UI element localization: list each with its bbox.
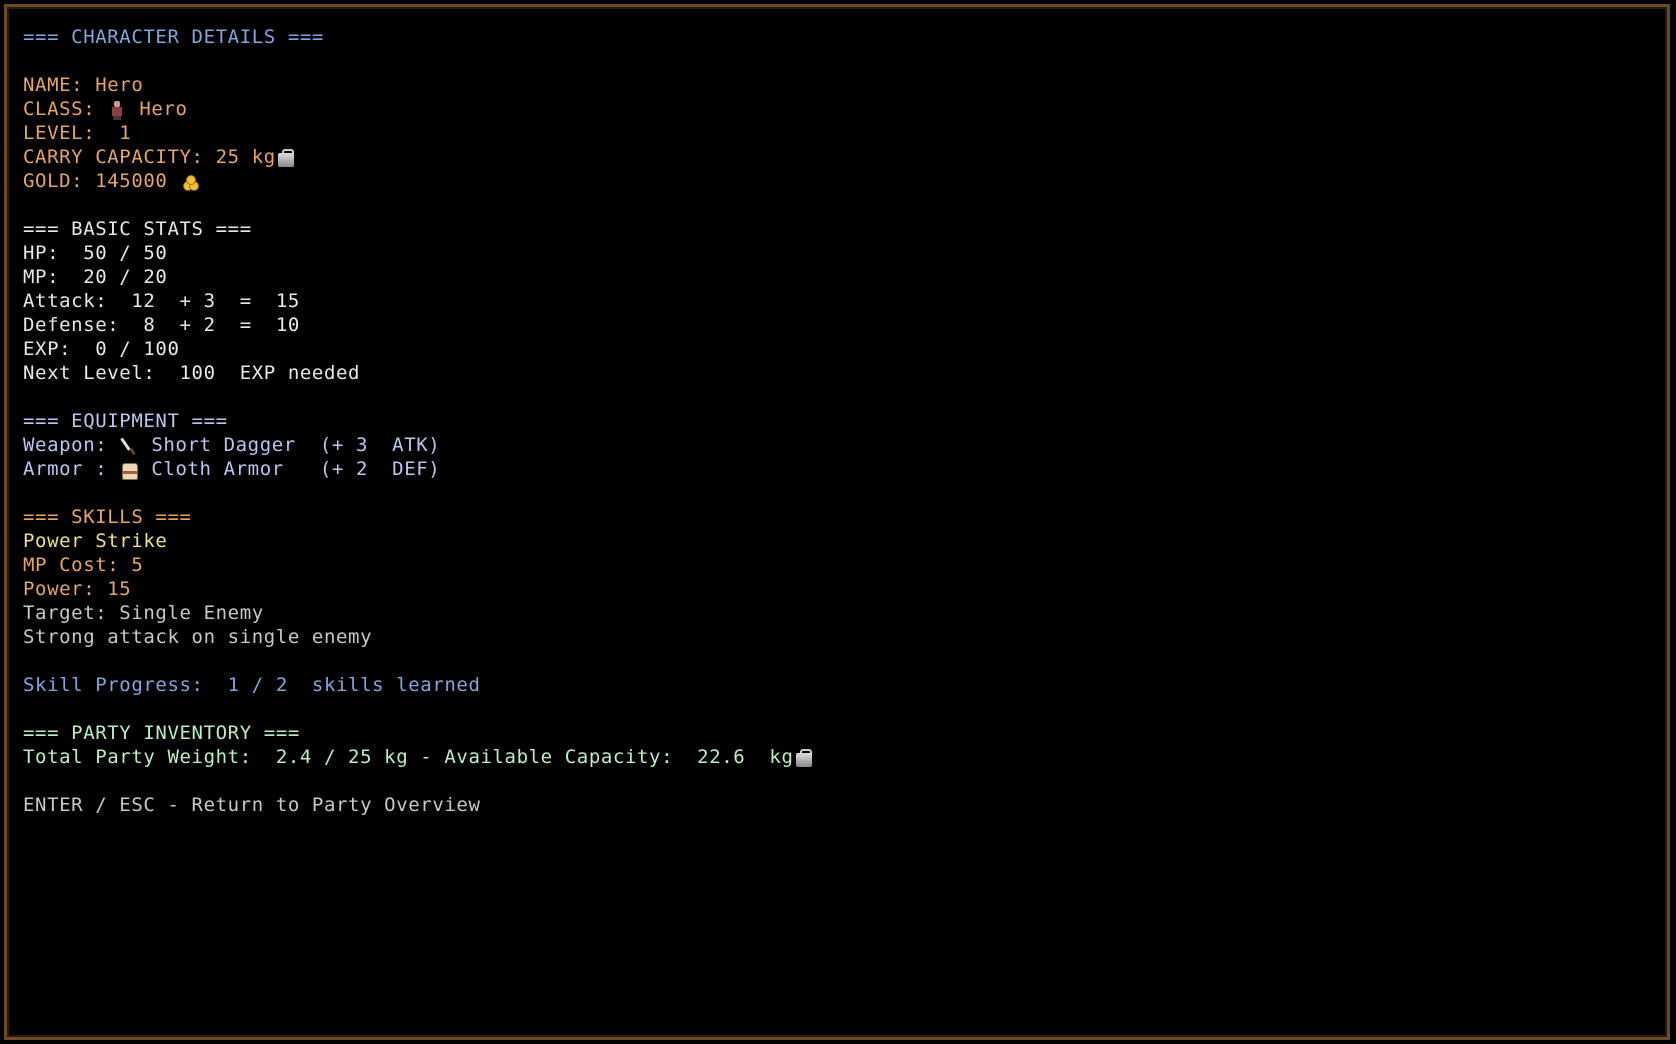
party-weight-line: Total Party Weight: 2.4 / 25 kg - Availa… [23, 745, 814, 769]
skill-name: Power Strike [23, 530, 168, 552]
return-hint[interactable]: ENTER / ESC - Return to Party Overview [23, 793, 814, 817]
attack-stat: Attack: 12 + 3 = 15 [23, 290, 300, 312]
weapon-label: Weapon: [23, 434, 108, 456]
name-line: NAME: Hero [23, 74, 144, 96]
basic-stats-heading: === BASIC STATS === [23, 218, 252, 240]
gold-text: GOLD: 145000 [23, 170, 168, 192]
weight-icon [794, 748, 814, 768]
party-weight-text: Total Party Weight: 2.4 / 25 kg - Availa… [23, 746, 794, 768]
dagger-icon [119, 436, 139, 456]
skills-heading: === SKILLS === [23, 506, 192, 528]
character-details-panel: === CHARACTER DETAILS === NAME: Hero CLA… [23, 25, 814, 817]
equipment-heading: === EQUIPMENT === [23, 410, 228, 432]
page-title: === CHARACTER DETAILS === [23, 26, 324, 48]
next-level-stat: Next Level: 100 EXP needed [23, 362, 361, 384]
cloth-armor-icon [119, 460, 139, 480]
window-frame: === CHARACTER DETAILS === NAME: Hero CLA… [4, 4, 1670, 1040]
class-label: CLASS: [23, 98, 96, 120]
skill-progress: Skill Progress: 1 / 2 skills learned [23, 674, 481, 696]
weapon-line: Weapon: Short Dagger (+ 3 ATK) [23, 433, 814, 457]
armor-value: Cloth Armor (+ 2 DEF) [151, 458, 441, 480]
skill-description: Strong attack on single enemy [23, 626, 373, 648]
carry-capacity-text: CARRY CAPACITY: 25 kg [23, 146, 276, 168]
mp-stat: MP: 20 / 20 [23, 266, 168, 288]
gold-coins-icon [180, 172, 200, 192]
class-line: CLASS: Hero [23, 97, 814, 121]
level-line: LEVEL: 1 [23, 122, 132, 144]
hero-figure-icon [107, 100, 127, 120]
party-inventory-heading: === PARTY INVENTORY === [23, 722, 300, 744]
weapon-value: Short Dagger (+ 3 ATK) [151, 434, 441, 456]
skill-target: Target: Single Enemy [23, 602, 264, 624]
defense-stat: Defense: 8 + 2 = 10 [23, 314, 300, 336]
weight-icon [276, 148, 296, 168]
skill-power: Power: 15 [23, 578, 132, 600]
class-value: Hero [139, 98, 188, 120]
exp-stat: EXP: 0 / 100 [23, 338, 180, 360]
gold-line: GOLD: 145000 [23, 169, 814, 193]
skill-mp-cost: MP Cost: 5 [23, 554, 144, 576]
armor-label: Armor : [23, 458, 108, 480]
armor-line: Armor : Cloth Armor (+ 2 DEF) [23, 457, 814, 481]
hp-stat: HP: 50 / 50 [23, 242, 168, 264]
carry-capacity-line: CARRY CAPACITY: 25 kg [23, 145, 814, 169]
